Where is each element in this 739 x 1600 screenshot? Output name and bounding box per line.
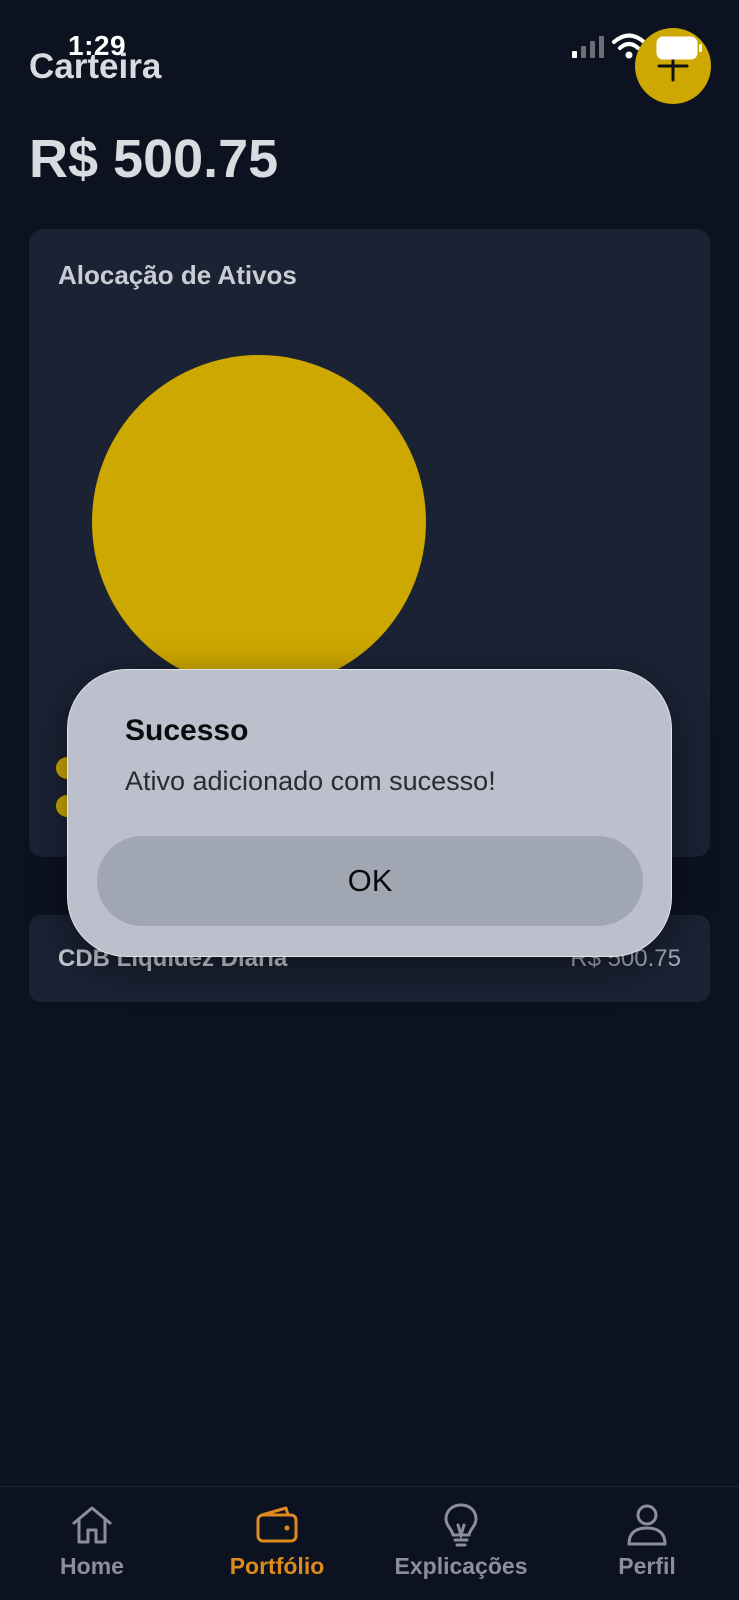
page-title: Carteira [29, 47, 162, 86]
tab-label: Perfil [618, 1553, 676, 1579]
alert-title: Sucesso [125, 714, 249, 747]
tab-bar: Home Portfólio Explicações Perfil [0, 1486, 739, 1600]
tab-portfolio[interactable]: Portfólio [187, 1487, 367, 1600]
ok-button[interactable]: OK [97, 836, 643, 926]
battery-icon [656, 36, 702, 60]
success-alert: Sucesso Ativo adicionado com sucesso! OK [67, 669, 672, 957]
tab-explicacoes[interactable]: Explicações [371, 1487, 551, 1600]
tab-label: Explicações [394, 1553, 528, 1579]
cellular-signal-icon [572, 36, 604, 58]
allocation-title: Alocação de Ativos [58, 260, 297, 290]
tab-label: Portfólio [229, 1553, 325, 1579]
person-icon [627, 1504, 667, 1546]
allocation-pie-chart [92, 355, 426, 689]
home-icon [72, 1506, 112, 1544]
alert-message: Ativo adicionado com sucesso! [125, 766, 496, 796]
tab-perfil[interactable]: Perfil [557, 1487, 737, 1600]
lightbulb-icon [444, 1503, 478, 1547]
portfolio-screen: 1:29 Carteira R$ 500.75 Alocação de Ativ… [0, 0, 739, 1600]
tab-home[interactable]: Home [2, 1487, 182, 1600]
tab-label: Home [60, 1553, 124, 1579]
pie-slice-0 [92, 355, 426, 689]
portfolio-balance: R$ 500.75 [29, 129, 279, 189]
wallet-icon [256, 1506, 298, 1543]
